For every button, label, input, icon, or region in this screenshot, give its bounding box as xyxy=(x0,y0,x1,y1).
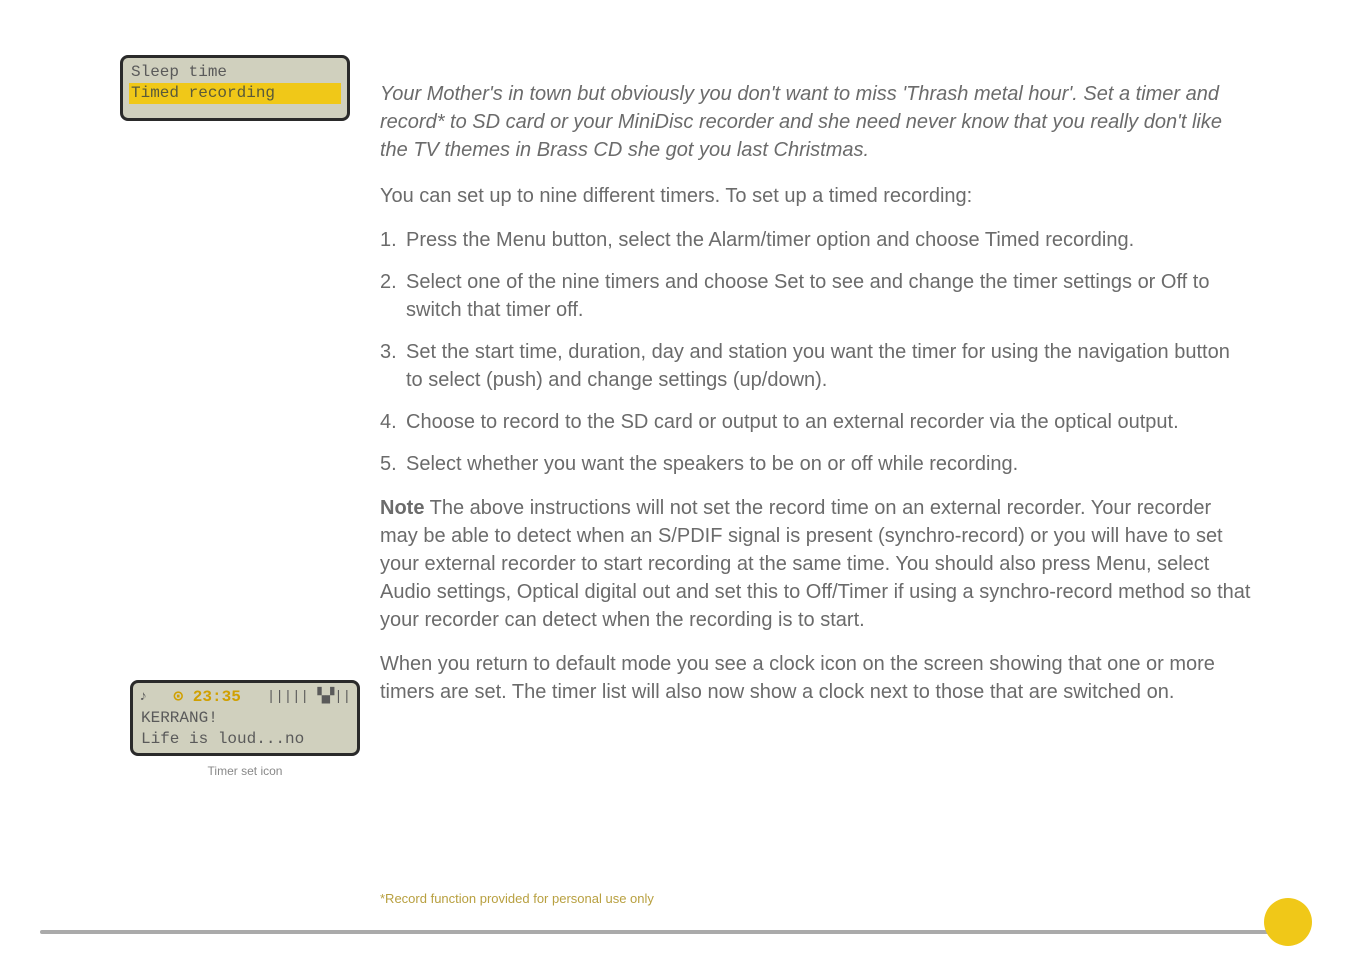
step-num: 4. xyxy=(380,408,397,436)
step-3: 3. Set the start time, duration, day and … xyxy=(380,338,1252,394)
music-note-icon: ♪ xyxy=(139,688,147,706)
note-paragraph: Note The above instructions will not set… xyxy=(380,494,1252,634)
lcd-status-row: ♪ ⊙ 23:35 ||||| ▚▞|| xyxy=(139,687,351,708)
step-text: Press the Menu button, select the Alarm/… xyxy=(406,229,1134,251)
step-text: Set the start time, duration, day and st… xyxy=(406,341,1230,391)
intro-paragraph: Your Mother's in town but obviously you … xyxy=(380,80,1252,164)
signal-bars-icon: ||||| ▚▞|| xyxy=(267,688,351,706)
menu-item-sleep-time: Sleep time xyxy=(129,62,341,83)
clock-icon: ⊙ xyxy=(174,688,184,706)
step-num: 5. xyxy=(380,450,397,478)
station-name: KERRANG! xyxy=(139,708,351,729)
step-num: 2. xyxy=(380,268,397,296)
clock-time: 23:35 xyxy=(193,688,241,706)
note-body: The above instructions will not set the … xyxy=(380,497,1250,631)
page-number-circle xyxy=(1264,898,1312,946)
menu-item-timed-recording: Timed recording xyxy=(129,83,341,104)
bottom-rule xyxy=(40,930,1292,934)
step-text: Select whether you want the speakers to … xyxy=(406,453,1018,475)
lcd-screen-bottom-container: ♪ ⊙ 23:35 ||||| ▚▞|| KERRANG! Life is lo… xyxy=(130,680,360,778)
body-text: Your Mother's in town but obviously you … xyxy=(380,80,1252,722)
step-text: Select one of the nine timers and choose… xyxy=(406,271,1209,321)
lead-paragraph: You can set up to nine different timers.… xyxy=(380,182,1252,210)
lcd-screen-status: ♪ ⊙ 23:35 ||||| ▚▞|| KERRANG! Life is lo… xyxy=(130,680,360,756)
step-1: 1. Press the Menu button, select the Alar… xyxy=(380,226,1252,254)
step-num: 1. xyxy=(380,226,397,254)
step-2: 2. Select one of the nine timers and choo… xyxy=(380,268,1252,324)
manual-page: Sleep time Timed recording ♪ ⊙ 23:35 |||… xyxy=(0,0,1352,954)
step-5: 5. Select whether you want the speakers t… xyxy=(380,450,1252,478)
step-num: 3. xyxy=(380,338,397,366)
lcd-screen-menu: Sleep time Timed recording xyxy=(120,55,350,121)
steps-list: 1. Press the Menu button, select the Alar… xyxy=(380,226,1252,478)
note-label: Note xyxy=(380,497,424,519)
step-text: Choose to record to the SD card or outpu… xyxy=(406,411,1179,433)
timer-clock: ⊙ 23:35 xyxy=(174,687,241,708)
page-bottom-decoration xyxy=(0,920,1352,954)
scrolling-text: Life is loud...no xyxy=(139,729,351,750)
footnote-text: *Record function provided for personal u… xyxy=(380,891,654,906)
closing-paragraph: When you return to default mode you see … xyxy=(380,650,1252,706)
lcd-screen-top-container: Sleep time Timed recording xyxy=(120,55,350,121)
step-4: 4. Choose to record to the SD card or out… xyxy=(380,408,1252,436)
corner-curve-decoration xyxy=(1212,354,1352,954)
lcd-caption: Timer set icon xyxy=(130,764,360,778)
